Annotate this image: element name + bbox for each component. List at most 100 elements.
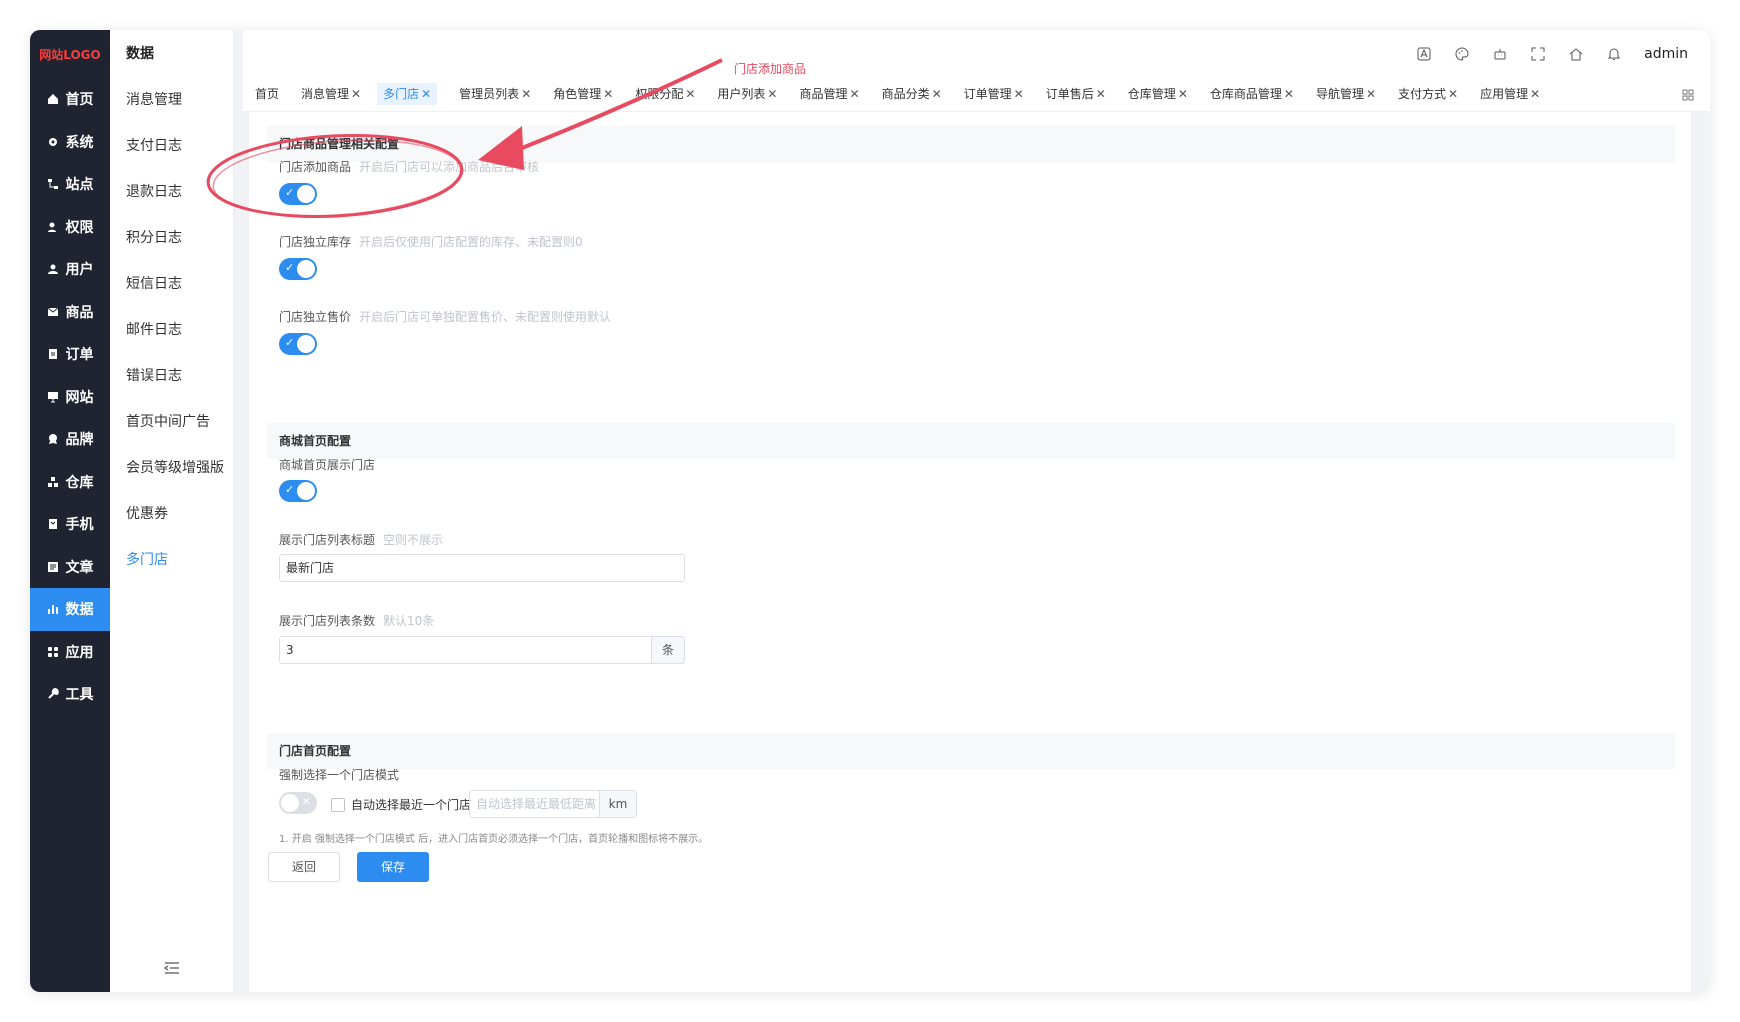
min-distance-input[interactable]: 自动选择最近最低距离 [469,790,599,818]
tab-item[interactable]: 首页 [255,83,279,105]
tab-item[interactable]: 仓库管理 ✕ [1128,83,1188,105]
rail-item-5[interactable]: 商品 [30,291,110,334]
tab-item[interactable]: 订单管理 ✕ [964,83,1024,105]
submenu-item[interactable]: 错误日志 [110,354,233,400]
tab-item[interactable]: 商品分类 ✕ [882,83,942,105]
app-window: 网站LOGO 首页 系统 站点 权限 用户 商品 订单 网站 品牌 仓库 手机 文章 数据 应用 工具 数据… [30,30,1710,992]
auto-nearest-option[interactable]: 自动选择最近一个门店 [331,796,471,813]
list-count-input[interactable]: 3 [279,636,651,664]
tab-item[interactable]: 订单售后 ✕ [1046,83,1106,105]
close-tab-icon[interactable]: ✕ [351,87,361,101]
user-menu[interactable]: admin [1644,46,1688,62]
clipboard-icon [47,348,60,361]
rail-item-1[interactable]: 系统 [30,121,110,164]
submenu-item[interactable]: 退款日志 [110,170,233,216]
phone-icon [47,518,60,531]
submenu-item[interactable]: 邮件日志 [110,308,233,354]
independent-price-switch[interactable]: ✓ [279,333,317,355]
close-tab-icon[interactable]: ✕ [1284,87,1294,101]
submenu-item[interactable]: 优惠券 [110,492,233,538]
close-tab-icon[interactable]: ✕ [1448,87,1458,101]
rail-item-9[interactable]: 仓库 [30,461,110,504]
close-tab-icon[interactable]: ✕ [685,87,695,101]
translate-icon[interactable] [1416,46,1432,62]
robot-icon[interactable] [1492,46,1508,62]
rail-item-8[interactable]: 品牌 [30,418,110,461]
add-goods-switch[interactable]: ✓ [279,183,317,205]
close-tab-icon[interactable]: ✕ [421,87,431,101]
close-tab-icon[interactable]: ✕ [1096,87,1106,101]
rail-item-4[interactable]: 用户 [30,248,110,291]
list-title-label-text: 展示门店列表标题 [279,533,376,547]
rail-item-7[interactable]: 网站 [30,376,110,419]
tab-label: 消息管理 [301,87,350,101]
rail-item-14[interactable]: 工具 [30,673,110,716]
close-tab-icon[interactable]: ✕ [521,87,531,101]
rail-item-12[interactable]: 数据 [30,588,110,631]
add-goods-label: 门店添加商品 开启后门店可以添加商品后台审核 [279,158,539,175]
submenu-item[interactable]: 首页中间广告 [110,400,233,446]
close-tab-icon[interactable]: ✕ [850,87,860,101]
submenu-item[interactable]: 会员等级增强版 [110,446,233,492]
palette-icon[interactable] [1454,46,1470,62]
close-tab-icon[interactable]: ✕ [1530,87,1540,101]
tab-item[interactable]: 应用管理 ✕ [1480,83,1540,105]
rail-item-label: 网站 [65,389,94,406]
tab-item[interactable]: 多门店 ✕ [377,82,438,105]
sitemap-icon [47,178,60,191]
rail-item-label: 系统 [65,134,94,151]
tab-item[interactable]: 支付方式 ✕ [1398,83,1458,105]
tab-item[interactable]: 角色管理 ✕ [553,83,613,105]
tab-item[interactable]: 权限分配 ✕ [635,83,695,105]
tab-label: 多门店 [383,87,420,101]
list-title-hint: 空则不展示 [383,533,444,547]
home-link-icon[interactable] [1568,46,1584,62]
section-store-home-title: 门店首页配置 [267,733,1675,769]
submenu-item[interactable]: 积分日志 [110,216,233,262]
tab-item[interactable]: 商品管理 ✕ [799,83,859,105]
distance-unit: km [599,790,637,818]
fullscreen-icon[interactable] [1530,46,1546,62]
tab-label: 首页 [255,87,280,101]
rail-item-11[interactable]: 文章 [30,546,110,589]
independent-price-hint: 开启后门店可单独配置售价、未配置则使用默认 [359,310,612,324]
list-title-input[interactable]: 最新门店 [279,554,685,582]
independent-stock-switch[interactable]: ✓ [279,258,317,280]
submenu-item[interactable]: 短信日志 [110,262,233,308]
tab-bar: 首页 消息管理 ✕ 多门店 ✕ 管理员列表 ✕ 角色管理 ✕ 权限分配 ✕ 用户列表 ✕ 商品管理 ✕ 商品分… [243,76,1710,112]
rail-item-2[interactable]: 站点 [30,163,110,206]
close-tab-icon[interactable]: ✕ [1014,87,1024,101]
force-select-switch[interactable]: ✕ [279,792,317,814]
tab-item[interactable]: 导航管理 ✕ [1316,83,1376,105]
close-tab-icon[interactable]: ✕ [603,87,613,101]
tab-item[interactable]: 用户列表 ✕ [717,83,777,105]
rail-item-0[interactable]: 首页 [30,78,110,121]
force-select-label: 强制选择一个门店模式 [279,768,400,782]
tab-item[interactable]: 消息管理 ✕ [301,83,361,105]
rail-item-10[interactable]: 手机 [30,503,110,546]
rail-item-label: 首页 [65,92,94,109]
tabs-more-icon[interactable] [1682,86,1696,101]
tab-label: 仓库管理 [1127,87,1176,101]
close-tab-icon[interactable]: ✕ [1366,87,1376,101]
close-tab-icon[interactable]: ✕ [767,87,777,101]
collapse-menu-icon[interactable] [162,960,182,976]
submenu-item[interactable]: 多门店 [110,538,233,584]
tab-item[interactable]: 仓库商品管理 ✕ [1210,83,1294,105]
tab-item[interactable]: 管理员列表 ✕ [459,83,531,105]
annotation-label: 门店添加商品 [734,62,807,76]
settings-form: 门店商品管理相关配置 门店添加商品 开启后门店可以添加商品后台审核 ✓ 门店独立库… [249,112,1691,992]
close-tab-icon[interactable]: ✕ [1178,87,1188,101]
close-tab-icon[interactable]: ✕ [932,87,942,101]
rail-item-13[interactable]: 应用 [30,631,110,674]
bell-icon[interactable] [1606,46,1622,62]
back-button[interactable]: 返回 [268,852,340,882]
rail-item-6[interactable]: 订单 [30,333,110,376]
save-button[interactable]: 保存 [357,852,429,882]
rail-item-3[interactable]: 权限 [30,206,110,249]
submenu-item[interactable]: 消息管理 [110,78,233,124]
auto-nearest-checkbox[interactable] [331,797,345,812]
submenu-item[interactable]: 支付日志 [110,124,233,170]
rail-item-label: 应用 [65,644,94,661]
show-store-switch[interactable]: ✓ [279,480,317,502]
